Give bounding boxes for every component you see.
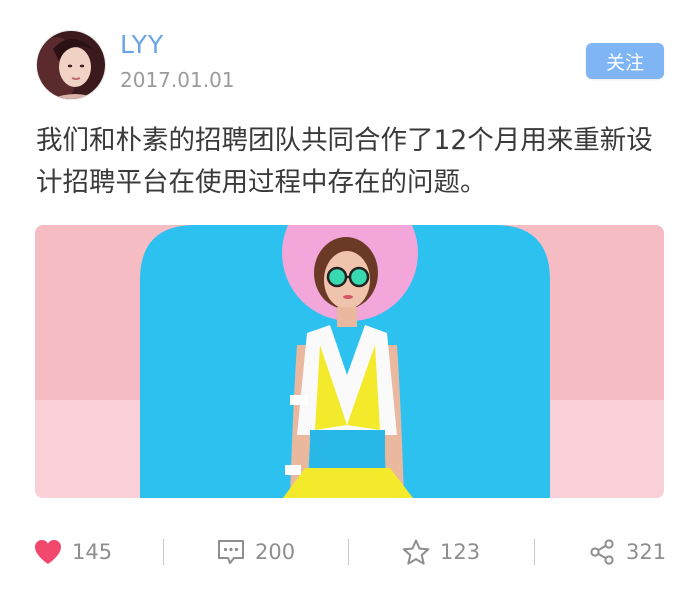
post-card: LYY 2017.01.01 关注 我们和朴素的招聘团队共同合作了12个月用来重…	[0, 0, 700, 595]
favorite-count: 123	[440, 540, 481, 564]
divider	[348, 539, 349, 565]
post-timestamp: 2017.01.01	[120, 68, 235, 92]
comment-button[interactable]: 200	[217, 530, 295, 574]
comment-count: 200	[255, 540, 296, 564]
favorite-button[interactable]: 123	[402, 530, 480, 574]
divider	[534, 539, 535, 565]
share-count: 321	[626, 540, 667, 564]
follow-button[interactable]: 关注	[586, 43, 664, 79]
like-button[interactable]: 145	[34, 530, 112, 574]
fashion-illustration	[35, 225, 664, 498]
author-avatar[interactable]	[36, 30, 106, 100]
author-name[interactable]: LYY	[120, 30, 164, 59]
post-image[interactable]	[35, 225, 664, 498]
share-button[interactable]: 321	[588, 530, 666, 574]
avatar-photo	[37, 31, 105, 99]
action-bar: 145 200 123 321	[0, 530, 700, 574]
post-text: 我们和朴素的招聘团队共同合作了12个月用来重新设计招聘平台在使用过程中存在的问题…	[36, 125, 653, 198]
like-count: 145	[72, 540, 113, 564]
share-icon	[590, 539, 614, 565]
star-icon	[402, 539, 430, 565]
heart-icon	[35, 540, 61, 564]
comment-icon	[218, 540, 244, 564]
divider	[163, 539, 164, 565]
